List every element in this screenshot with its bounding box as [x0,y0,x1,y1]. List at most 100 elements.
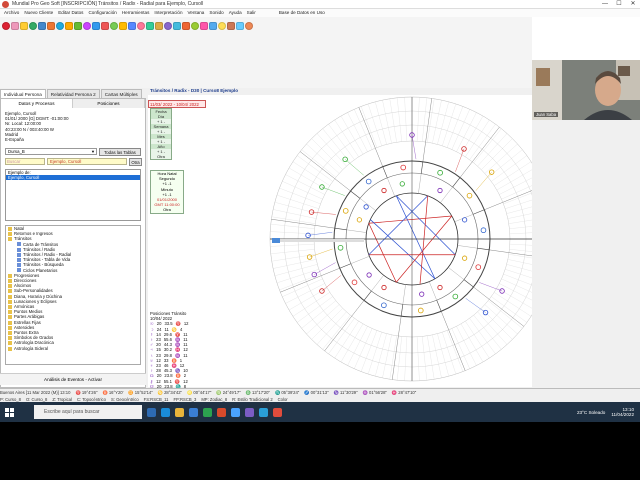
tool-icon[interactable] [191,21,199,30]
transit-pointer [345,159,364,176]
windows-start-icon[interactable] [5,407,14,417]
tool-icon[interactable] [29,21,37,30]
degree-tick [416,97,420,142]
tool-icon[interactable] [218,21,226,30]
date-range[interactable]: 11/03/ 2022 - 10/04/ 2022 [148,100,206,108]
database-combo[interactable]: Dursa_B ▼ [5,148,97,155]
tool-icon[interactable] [236,21,244,30]
degree-tick [437,333,449,377]
event-analysis-button[interactable]: Análisis de Eventos - Activar [0,373,146,385]
tool-icon[interactable] [83,21,91,30]
degree-tick [465,321,490,359]
tool-icon[interactable] [38,21,46,30]
position-cell: 12 [183,321,189,327]
tree-item[interactable]: Astrología Sideral [6,346,140,351]
status-line-1: Buenos Aires [11 Mar 2022 (M)] 13:10 ♈ 19… [0,389,640,396]
tool-icon[interactable] [47,21,55,30]
search-other-button[interactable]: Otra [129,158,142,166]
tool-icon[interactable] [173,21,181,30]
webcam-bezel [532,17,640,60]
search-input[interactable]: Ejemplo, Cursoll [47,158,127,165]
tool-icon[interactable] [101,21,109,30]
tool-icon[interactable] [245,21,253,30]
menu-nuevo-cliente[interactable]: Nuevo Cliente [24,9,53,17]
tool-icon[interactable] [119,21,127,30]
chevron-down-icon: ▼ [91,149,95,154]
stepper-button[interactable]: Otra [151,154,171,159]
edge-icon[interactable] [161,407,170,417]
house-line [271,218,335,229]
tab-individual[interactable]: Individual Persona [0,89,46,98]
weather-label[interactable]: 23°C Soleado [577,410,605,415]
tool-icon[interactable] [128,21,136,30]
menu-editar-datos[interactable]: Editar Datos [58,9,83,17]
maximize-button[interactable]: ☐ [612,0,626,9]
tool-icon[interactable] [182,21,190,30]
menu-archivo[interactable]: Archivo [4,9,19,17]
tool-icon[interactable] [155,21,163,30]
taskview-icon[interactable] [147,407,156,417]
tool-icon[interactable] [146,21,154,30]
degree-tick [360,330,378,372]
tool-icon[interactable] [227,21,235,30]
folder-icon [8,341,12,346]
app-icon[interactable] [245,407,254,417]
taskbar-search-input[interactable]: Escribe aquí para buscar [34,405,142,419]
skype-icon[interactable] [259,407,268,417]
menu-sonido[interactable]: Sonido [209,9,223,17]
close-button[interactable]: ✕ [626,0,640,9]
degree-tick [507,259,551,269]
clock-date[interactable]: 11/04/2022 [611,412,634,418]
list-item-selected[interactable]: Ejemplo, Cursoll [6,175,140,180]
folder-icon [8,289,12,294]
degree-tick [491,155,527,182]
tool-icon[interactable] [56,21,64,30]
menu-base-datos[interactable]: Base de Datos en Uso [279,9,325,17]
astro-wheel[interactable] [148,95,555,387]
tool-icon[interactable] [137,21,145,30]
subtab-datos[interactable]: Datos y Procesos [1,99,73,108]
all-tables-button[interactable]: Todas las Tablas [99,148,141,156]
menu-ayuda[interactable]: Ayuda [229,9,242,17]
astro-app-icon[interactable] [273,407,282,417]
folder-icon[interactable] [175,407,184,417]
office-icon[interactable] [217,407,226,417]
time-other-button[interactable]: Otra [151,207,183,212]
degree-tick [507,209,551,219]
subtab-posiciones[interactable]: Posiciones [73,99,145,108]
degree-tick [422,97,427,142]
degree-tick [442,332,457,375]
degree-tick [506,202,550,214]
tool-icon[interactable] [92,21,100,30]
degree-tick [334,321,359,359]
menu-configuracion[interactable]: Configuración [88,9,116,17]
degree-tick [276,194,319,209]
tool-icon[interactable] [65,21,73,30]
status-cusp: ♏ 05°39'24" [274,390,300,395]
person-country: E-España [5,137,24,143]
menu-ventana[interactable]: Ventana [188,9,205,17]
tool-icon[interactable] [209,21,217,30]
tool-icon[interactable] [200,21,208,30]
menu-interpretacion[interactable]: Interpretación [154,9,182,17]
tool-icon[interactable] [110,21,118,30]
menu-herramientas[interactable]: Herramientas [122,9,150,17]
mail-icon[interactable] [189,407,198,417]
tab-relatividad[interactable]: Relatividad Persona 2 [46,89,100,98]
taskbar: Escribe aquí para buscar 23°C Soleado 13… [0,402,640,422]
window-title: Mundial Pro Geo Soft [INSCRIPCIÓN] Tráns… [12,1,204,7]
tool-icon[interactable] [11,21,19,30]
search-placeholder: Buscar [7,159,21,164]
tool-icon[interactable] [164,21,172,30]
tab-cartas-multiples[interactable]: Cartas Múltiples [100,89,142,98]
minimize-button[interactable]: — [598,0,612,9]
zoom-icon[interactable] [231,407,240,417]
tool-icon[interactable] [74,21,82,30]
transit-pointer [311,211,336,215]
degree-tick [273,259,317,269]
tool-icon[interactable] [20,21,28,30]
store-icon[interactable] [203,407,212,417]
tool-icon[interactable] [2,21,10,30]
menu-salir[interactable]: Salir [247,9,256,17]
transit-pointer [321,186,345,196]
